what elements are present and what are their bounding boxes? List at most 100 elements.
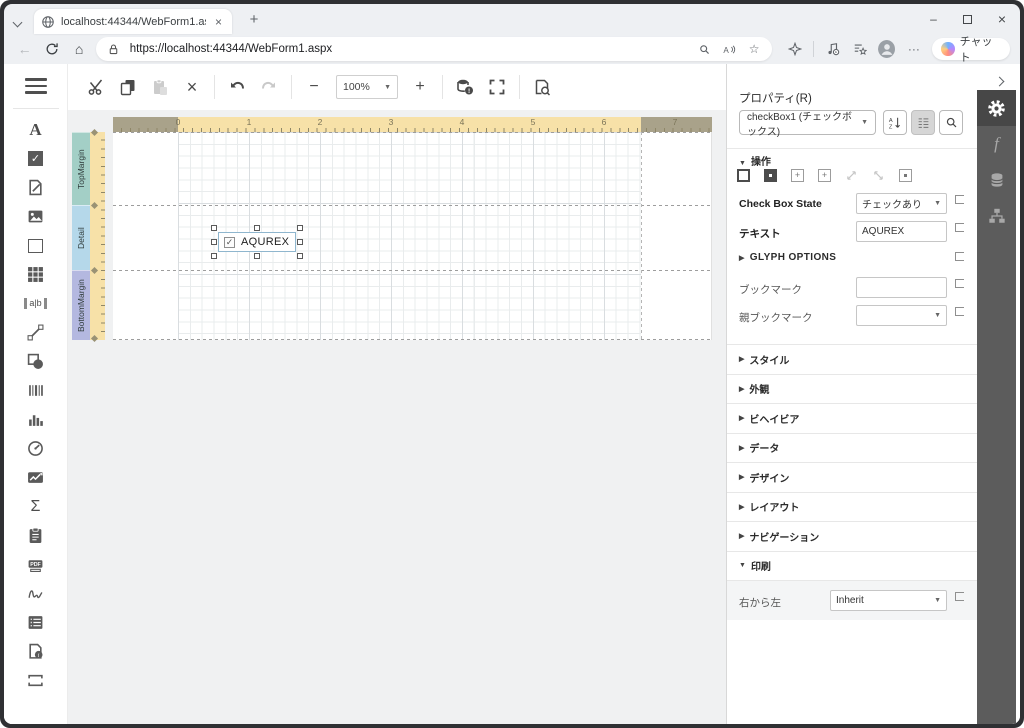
table-tool-icon[interactable]: [21, 260, 51, 289]
size-to-fit-width-icon[interactable]: [872, 169, 885, 182]
resize-handle-se[interactable]: [297, 253, 303, 259]
checkbox-tool-icon[interactable]: ✓: [21, 144, 51, 173]
browser-essentials-icon[interactable]: [786, 40, 803, 58]
chart-tool-icon[interactable]: [21, 405, 51, 434]
browser-tab[interactable]: localhost:44344/WebForm1.aspx ×: [34, 9, 232, 34]
categorize-icon[interactable]: [911, 110, 935, 135]
collections-icon[interactable]: [851, 40, 868, 58]
group-navigation[interactable]: ▶ナビゲーション: [727, 521, 977, 551]
maximize-button[interactable]: [963, 15, 972, 24]
group-print[interactable]: ▼印刷: [727, 551, 977, 581]
element-selector-dropdown[interactable]: checkBox1 (チェックボックス)▼: [739, 110, 876, 135]
image-tool-icon[interactable]: [21, 202, 51, 231]
group-design[interactable]: ▶デザイン: [727, 462, 977, 492]
group-layout[interactable]: ▶レイアウト: [727, 492, 977, 522]
read-aloud-icon[interactable]: A: [720, 40, 738, 58]
tab-close-icon[interactable]: ×: [212, 15, 225, 29]
address-text[interactable]: https://localhost:44344/WebForm1.aspx: [130, 43, 688, 55]
bookmark-input[interactable]: [856, 277, 947, 298]
resize-handle-s[interactable]: [254, 253, 260, 259]
line-tool-icon[interactable]: [21, 318, 51, 347]
summary-tool-icon[interactable]: Σ: [21, 492, 51, 521]
checkbox-element[interactable]: ✓ AQUREX: [218, 232, 296, 252]
size-to-grid-icon[interactable]: [737, 169, 750, 182]
tab-search-chevron-icon[interactable]: [14, 13, 32, 29]
expressions-tab-icon[interactable]: f: [977, 126, 1016, 162]
signature-tool-icon[interactable]: [21, 579, 51, 608]
shape-tool-icon[interactable]: [21, 347, 51, 376]
formatted-text-tool-icon[interactable]: a|b: [21, 289, 51, 318]
properties-tab-gear-icon[interactable]: [977, 90, 1016, 126]
bind-icon-bookmark[interactable]: [955, 279, 964, 288]
bind-icon-rtl[interactable]: [955, 592, 964, 601]
band-tool-icon[interactable]: [21, 666, 51, 695]
paste-icon[interactable]: [146, 73, 174, 101]
panel-collapse-chevron-icon[interactable]: [996, 72, 1003, 90]
section-operations[interactable]: ▼操作: [739, 153, 771, 168]
cut-icon[interactable]: [82, 73, 110, 101]
resize-handle-nw[interactable]: [211, 225, 217, 231]
text-tool-icon[interactable]: A: [21, 115, 51, 144]
new-tab-button[interactable]: +: [244, 11, 264, 28]
barcode-tool-icon[interactable]: [21, 376, 51, 405]
report-explorer-tab-icon[interactable]: [977, 198, 1016, 234]
minimize-button[interactable]: –: [930, 12, 937, 26]
resize-handle-ne[interactable]: [297, 225, 303, 231]
center-in-band-icon[interactable]: [899, 169, 912, 182]
copilot-button[interactable]: チャット: [932, 38, 1010, 60]
group-behavior[interactable]: ▶ビヘイビア: [727, 403, 977, 433]
pdf-tool-icon[interactable]: PDF: [21, 550, 51, 579]
text-input[interactable]: [856, 221, 947, 242]
list-tool-icon[interactable]: [21, 608, 51, 637]
close-button[interactable]: ×: [998, 11, 1006, 27]
band-detail[interactable]: Detail: [72, 205, 90, 270]
bind-icon-glyph-options[interactable]: [955, 252, 964, 261]
size-to-fit-icon[interactable]: [845, 169, 858, 182]
report-page[interactable]: ✓ AQUREX: [113, 132, 712, 340]
align-center-v-icon[interactable]: +: [818, 169, 831, 182]
site-lock-icon[interactable]: [105, 40, 123, 58]
zoom-out-icon[interactable]: −: [300, 73, 328, 101]
sparkline-tool-icon[interactable]: [21, 463, 51, 492]
gauge-tool-icon[interactable]: [21, 434, 51, 463]
fullscreen-icon[interactable]: [483, 73, 511, 101]
align-center-h-icon[interactable]: +: [791, 169, 804, 182]
property-search-icon[interactable]: [939, 110, 963, 135]
zoom-in-icon[interactable]: +: [406, 73, 434, 101]
design-canvas[interactable]: 0 1 2 3 4 5 6 7 TopMargin Detail BottomM…: [68, 110, 726, 724]
resize-handle-e[interactable]: [297, 239, 303, 245]
richtext-tool-icon[interactable]: [21, 173, 51, 202]
sort-alpha-icon[interactable]: AZ: [883, 110, 907, 135]
more-menu-icon[interactable]: ···: [905, 40, 922, 58]
resize-handle-w[interactable]: [211, 239, 217, 245]
data-source-icon[interactable]: !: [451, 73, 479, 101]
band-top-margin[interactable]: TopMargin: [72, 132, 90, 205]
group-style[interactable]: ▶スタイル: [727, 344, 977, 374]
preview-icon[interactable]: [528, 73, 556, 101]
favorite-star-icon[interactable]: ☆: [745, 40, 763, 58]
rectangle-tool-icon[interactable]: [21, 231, 51, 260]
rtl-select[interactable]: Inherit▼: [830, 590, 947, 611]
profile-avatar[interactable]: [878, 40, 895, 58]
search-page-icon[interactable]: [695, 40, 713, 58]
bind-icon-check-box-state[interactable]: [955, 195, 964, 204]
media-icon[interactable]: [824, 40, 841, 58]
band-bottom-margin[interactable]: BottomMargin: [72, 270, 90, 340]
resize-handle-n[interactable]: [254, 225, 260, 231]
snap-to-grid-icon[interactable]: [764, 169, 777, 182]
redo-icon[interactable]: [255, 73, 283, 101]
bind-icon-text[interactable]: [955, 223, 964, 232]
home-icon[interactable]: ⌂: [68, 38, 89, 60]
menu-icon[interactable]: [25, 78, 47, 94]
address-bar[interactable]: https://localhost:44344/WebForm1.aspx A …: [96, 37, 772, 61]
parent-bookmark-select[interactable]: ▼: [856, 305, 947, 326]
zoom-level-select[interactable]: 100% ▼: [336, 75, 398, 99]
section-glyph-options[interactable]: ▶GLYPH OPTIONS: [739, 252, 836, 263]
back-icon[interactable]: ←: [14, 38, 35, 60]
copy-icon[interactable]: [114, 73, 142, 101]
group-appearance[interactable]: ▶外観: [727, 374, 977, 404]
check-box-state-select[interactable]: チェックあり▼: [856, 193, 947, 214]
bind-icon-parent-bookmark[interactable]: [955, 307, 964, 316]
undo-icon[interactable]: [223, 73, 251, 101]
data-tab-icon[interactable]: [977, 162, 1016, 198]
